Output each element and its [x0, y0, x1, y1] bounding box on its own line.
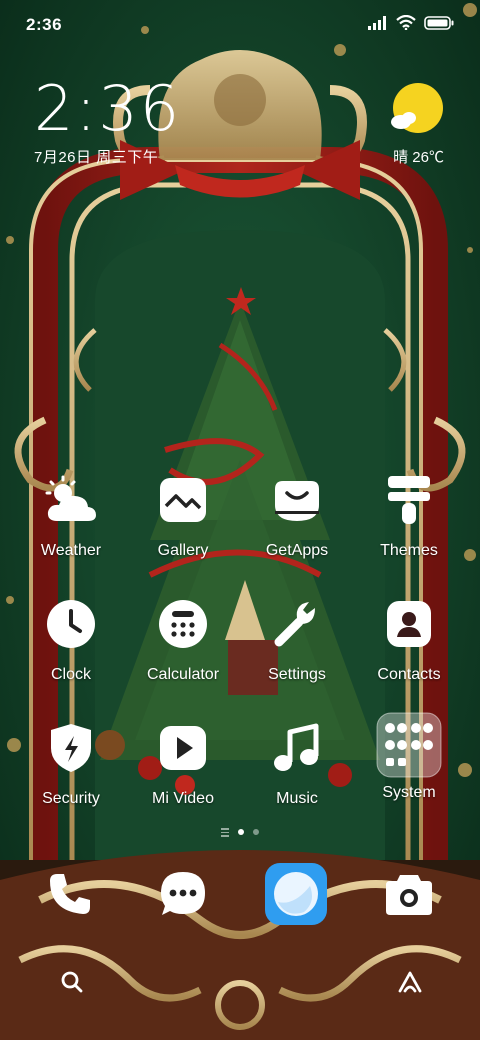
page-dot — [253, 829, 259, 836]
app-label: Gallery — [157, 542, 209, 559]
wifi-icon — [396, 15, 416, 30]
app-system-folder[interactable]: System — [352, 712, 466, 802]
camera-icon — [386, 875, 432, 915]
search-button[interactable] — [52, 962, 92, 1002]
getapps-icon — [267, 470, 327, 530]
app-label: Weather — [40, 542, 102, 559]
dock-camera[interactable] — [377, 862, 441, 926]
music-icon — [267, 718, 327, 778]
security-icon — [41, 718, 101, 778]
app-mi-video[interactable]: Mi Video — [126, 718, 240, 808]
app-clock[interactable]: Clock — [14, 594, 128, 684]
sun-cloud-icon — [391, 83, 443, 133]
status-icons — [368, 15, 454, 30]
signal-icon — [368, 15, 386, 30]
dock-messages[interactable] — [151, 862, 215, 926]
app-label: Clock — [50, 666, 91, 683]
dock-phone[interactable] — [38, 862, 102, 926]
status-bar: 2:36 — [0, 0, 480, 50]
app-label: GetApps — [265, 542, 329, 559]
status-time: 2:36 — [26, 15, 63, 34]
minus-one-screen-indicator — [221, 828, 229, 837]
themes-icon — [379, 470, 439, 530]
page-dot-active — [238, 829, 244, 836]
search-icon — [61, 971, 83, 993]
clock-icon — [41, 594, 101, 654]
assistant-button[interactable] — [390, 962, 430, 1002]
weather-icon — [41, 470, 101, 530]
phone-icon — [50, 874, 90, 914]
app-label: Contacts — [377, 666, 441, 683]
app-gallery[interactable]: Gallery — [126, 470, 240, 560]
battery-icon — [424, 15, 454, 30]
app-music[interactable]: Music — [240, 718, 354, 808]
app-label: Calculator — [146, 666, 220, 683]
app-security[interactable]: Security — [14, 718, 128, 808]
app-label: Themes — [380, 542, 438, 559]
browser-icon — [265, 863, 327, 925]
app-label: Music — [276, 790, 318, 807]
page-indicator[interactable] — [0, 828, 480, 837]
app-label: Security — [42, 790, 100, 807]
widget-date: 7月26日 周三下午 — [34, 149, 159, 166]
system-folder-icon — [376, 712, 442, 778]
assistant-icon — [398, 971, 422, 993]
app-label: Mi Video — [152, 790, 214, 807]
dock-browser[interactable] — [264, 862, 328, 926]
app-label: Settings — [268, 666, 326, 683]
app-contacts[interactable]: Contacts — [352, 594, 466, 684]
app-calculator[interactable]: Calculator — [126, 594, 240, 684]
mi-video-icon — [153, 718, 213, 778]
widget-weather: 晴 26℃ — [393, 149, 444, 166]
calculator-icon — [153, 594, 213, 654]
app-weather[interactable]: Weather — [14, 470, 128, 560]
app-settings[interactable]: Settings — [240, 594, 354, 684]
app-themes[interactable]: Themes — [352, 470, 466, 560]
messages-icon — [161, 872, 205, 915]
widget-time: 2:36 — [34, 72, 182, 145]
app-label: System — [382, 784, 436, 801]
gallery-icon — [153, 470, 213, 530]
app-getapps[interactable]: GetApps — [240, 470, 354, 560]
clock-widget[interactable]: 2:36 7月26日 周三下午 — [34, 78, 181, 167]
contacts-icon — [379, 594, 439, 654]
settings-icon — [267, 594, 327, 654]
